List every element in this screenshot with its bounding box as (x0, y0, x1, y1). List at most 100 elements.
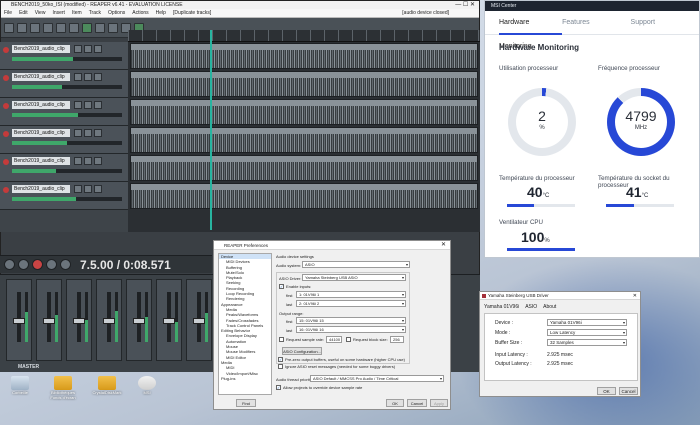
track-row[interactable]: Bench2019_audio_clip (0, 98, 128, 126)
output-last-select[interactable]: 16: 01V96i 16 (296, 326, 406, 333)
menu-insert[interactable]: Insert (52, 10, 65, 16)
mute-icon[interactable] (74, 101, 82, 109)
snap-icon[interactable] (95, 22, 105, 33)
track-name[interactable]: Bench2019_audio_clip (12, 45, 70, 53)
record-arm-icon[interactable] (3, 47, 9, 53)
solo-icon[interactable] (84, 185, 92, 193)
mode-select[interactable]: Low Latency (547, 329, 627, 336)
undo-icon[interactable] (56, 22, 66, 33)
menu-view[interactable]: View (35, 10, 46, 16)
ok-button[interactable]: OK (386, 399, 404, 407)
menu-duplicate-tracks[interactable]: [Duplicate tracks] (173, 10, 211, 16)
new-project-icon[interactable] (4, 22, 14, 33)
desktop-icon[interactable]: CrystalDiskMark (90, 376, 124, 406)
record-arm-icon[interactable] (3, 159, 9, 165)
desktop-icon[interactable]: Bibliothèques Fonds d'écran (46, 376, 80, 406)
menu-track[interactable]: Track (89, 10, 101, 16)
track-name[interactable]: Bench2019_audio_clip (12, 73, 70, 81)
media-item[interactable] (130, 71, 478, 97)
mute-icon[interactable] (74, 129, 82, 137)
solo-icon[interactable] (84, 73, 92, 81)
prezero-checkbox[interactable]: ✓ (278, 357, 283, 362)
mixer-strip[interactable] (156, 279, 182, 361)
play-cursor[interactable] (210, 30, 212, 230)
redo-icon[interactable] (69, 22, 79, 33)
go-to-end-icon[interactable] (18, 259, 29, 270)
fx-icon[interactable] (94, 129, 102, 137)
mute-icon[interactable] (74, 73, 82, 81)
media-item[interactable] (130, 155, 478, 181)
allow-override-checkbox[interactable]: ✓ (276, 385, 281, 390)
cancel-button[interactable]: Cancel (619, 387, 638, 395)
fx-icon[interactable] (94, 73, 102, 81)
fader-knob[interactable] (193, 318, 205, 324)
fader-knob[interactable] (103, 318, 115, 324)
enable-inputs-checkbox[interactable]: ✓ (279, 284, 284, 289)
solo-icon[interactable] (84, 157, 92, 165)
track-row[interactable]: Bench2019_audio_clip (0, 70, 128, 98)
track-name[interactable]: Bench2019_audio_clip (12, 129, 70, 137)
audio-system-select[interactable]: ASIO (302, 261, 410, 268)
mixer-strip[interactable] (36, 279, 62, 361)
record-arm-icon[interactable] (3, 103, 9, 109)
menu-item[interactable]: Item (72, 10, 82, 16)
output-first-select[interactable]: 15: 01V96i 15 (296, 317, 406, 324)
mute-icon[interactable] (74, 157, 82, 165)
desktop-icon[interactable]: Corbeille (3, 376, 37, 406)
mixer-strip[interactable] (96, 279, 122, 361)
fader-knob[interactable] (133, 318, 145, 324)
ok-button[interactable]: OK (597, 387, 616, 395)
go-to-start-icon[interactable] (4, 259, 15, 270)
find-button[interactable]: Find (236, 399, 256, 407)
fx-icon[interactable] (94, 101, 102, 109)
tab-about[interactable]: About (543, 304, 556, 310)
mixer-strip[interactable] (66, 279, 92, 361)
window-controls[interactable]: — ☐ ✕ (455, 1, 475, 9)
fx-icon[interactable] (94, 157, 102, 165)
mute-icon[interactable] (74, 185, 82, 193)
metronome-icon[interactable] (82, 22, 92, 33)
input-last-select[interactable]: 2: 01V96i 2 (296, 300, 406, 307)
stop-icon[interactable] (60, 259, 71, 270)
tab-features[interactable]: Features (562, 11, 630, 35)
asio-driver-select[interactable]: Yamaha Steinberg USB ASIO (302, 274, 406, 281)
mixer-strip[interactable] (126, 279, 152, 361)
media-item[interactable] (130, 183, 478, 209)
close-icon[interactable]: ✕ (441, 241, 446, 250)
fader-knob[interactable] (163, 318, 175, 324)
project-settings-icon[interactable] (43, 22, 53, 33)
record-arm-icon[interactable] (3, 131, 9, 137)
tab-device[interactable]: Yamaha 01V96i (484, 304, 519, 310)
apply-button[interactable]: Apply (430, 399, 448, 407)
ripple-edit-icon[interactable] (108, 22, 118, 33)
menu-file[interactable]: File (4, 10, 12, 16)
asio-configuration-button[interactable]: ASIO Configuration... (282, 347, 322, 355)
open-project-icon[interactable] (17, 22, 27, 33)
save-project-icon[interactable] (30, 22, 40, 33)
desktop-icon[interactable]: MSI (130, 376, 164, 406)
track-row[interactable]: Bench2019_audio_clip (0, 154, 128, 182)
request-sample-rate-checkbox[interactable] (279, 337, 284, 342)
track-row[interactable]: Bench2019_audio_clip (0, 126, 128, 154)
master-strip[interactable] (6, 279, 32, 361)
buffer-size-select[interactable]: 32 Samples (547, 339, 627, 346)
cancel-button[interactable]: Cancel (407, 399, 427, 407)
prefs-tree-item[interactable]: Plug-ins (219, 376, 271, 381)
menu-options[interactable]: Options (108, 10, 125, 16)
sample-rate-input[interactable]: 44100 (326, 336, 342, 343)
track-row[interactable]: Bench2019_audio_clip (0, 42, 128, 70)
menu-edit[interactable]: Edit (19, 10, 28, 16)
mixer-strip[interactable] (186, 279, 212, 361)
prefs-category-tree[interactable]: Device MIDI Devices Buffering Mute/Solo Play… (218, 253, 272, 395)
track-name[interactable]: Bench2019_audio_clip (12, 185, 70, 193)
media-item[interactable] (130, 99, 478, 125)
solo-icon[interactable] (84, 101, 92, 109)
input-first-select[interactable]: 1: 01V96i 1 (296, 291, 406, 298)
timeline-ruler[interactable] (128, 30, 480, 42)
ignore-reset-checkbox[interactable] (278, 364, 283, 369)
solo-icon[interactable] (84, 129, 92, 137)
media-item[interactable] (130, 43, 478, 69)
menu-actions[interactable]: Actions (132, 10, 148, 16)
track-name[interactable]: Bench2019_audio_clip (12, 101, 70, 109)
tab-hardware-monitoring[interactable]: Hardware Monitoring (499, 11, 563, 50)
